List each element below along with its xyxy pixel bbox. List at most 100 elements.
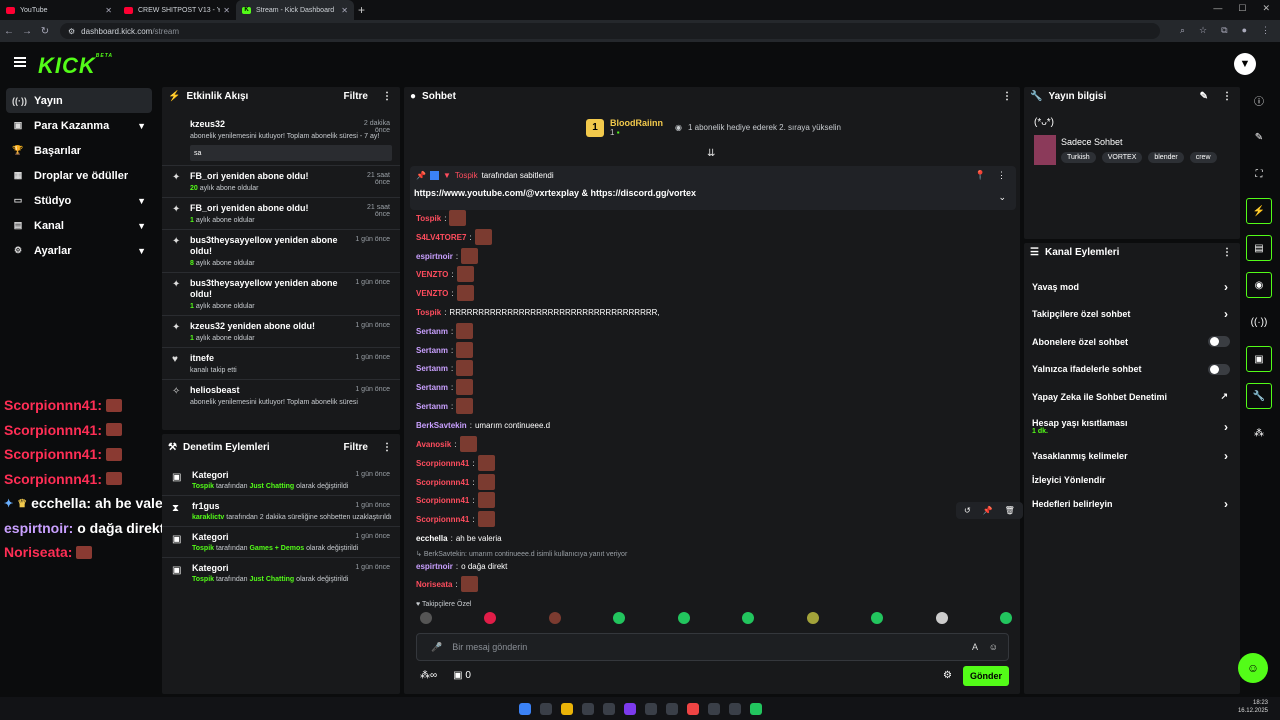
sidebar-item-droplar[interactable]: ▦ Droplar ve ödüller xyxy=(0,163,158,188)
store-icon[interactable]: ▣ 0 xyxy=(453,670,471,681)
edit-icon[interactable]: ✎ xyxy=(1246,124,1272,150)
discord-icon[interactable] xyxy=(623,702,636,715)
chat-message[interactable]: Scorpionnn41: xyxy=(416,455,495,471)
chat-message[interactable]: Noriseata: xyxy=(416,576,478,592)
windows-start-icon[interactable] xyxy=(518,702,531,715)
chat-message[interactable]: ecchella: ah be valeria xyxy=(416,532,502,544)
emote-button[interactable] xyxy=(420,612,432,624)
microphone-icon[interactable]: 🎤 xyxy=(431,642,442,653)
chat-message[interactable]: Sertanm: xyxy=(416,360,474,376)
sidebar-item-studyo[interactable]: ▭ Stüdyo ▼ xyxy=(0,188,158,213)
obs-icon[interactable] xyxy=(728,702,741,715)
delete-icon[interactable]: 🗑 xyxy=(1005,506,1015,515)
sidebar-item-ayarlar[interactable]: ⚙ Ayarlar ▼ xyxy=(0,238,158,263)
youtube-link[interactable]: https://www.youtube.com/@vxrtexplay xyxy=(414,188,579,198)
sidebar-item-kanal[interactable]: ▤ Kanal ▼ xyxy=(0,213,158,238)
chat-message[interactable]: Scorpionnn41: xyxy=(416,511,495,527)
forward-icon[interactable]: → xyxy=(18,26,36,37)
filter-button[interactable]: Filtre xyxy=(344,91,368,102)
chevron-down-icon[interactable]: ⌄ xyxy=(998,192,1006,203)
tag[interactable]: VORTEX xyxy=(1101,152,1143,163)
more-options-icon[interactable]: ⋮ xyxy=(997,170,1006,181)
zoom-icon[interactable]: ⌕ xyxy=(1180,25,1185,36)
notion-icon[interactable] xyxy=(665,702,678,715)
subscribers-only-toggle[interactable] xyxy=(1208,336,1230,348)
kick-logo[interactable]: KICKBETA xyxy=(38,53,113,79)
broadcast-icon[interactable]: ((·)) xyxy=(1246,309,1272,335)
translate-icon[interactable]: A xyxy=(972,642,978,652)
close-icon[interactable]: ✕ xyxy=(105,6,112,15)
browser-tab[interactable]: CREW SHITPOST V13 - YouTube✕ xyxy=(118,0,236,20)
info-icon[interactable]: ⓘ xyxy=(1246,87,1272,113)
category-thumbnail[interactable] xyxy=(1034,135,1056,165)
sidebar-item-para-kazanma[interactable]: ▣ Para Kazanma ▼ xyxy=(0,113,158,138)
emote-button[interactable] xyxy=(742,612,755,624)
search-icon[interactable] xyxy=(539,702,552,715)
notes-icon[interactable]: ▤ xyxy=(1246,235,1272,261)
emote-button[interactable] xyxy=(613,612,626,624)
channel-action-followers-only[interactable]: Takipçilere özel sohbet › xyxy=(1024,301,1240,329)
chat-message[interactable]: Scorpionnn41: xyxy=(416,492,495,508)
chat-message[interactable]: VENZTO: xyxy=(416,285,474,301)
emotes-only-toggle[interactable] xyxy=(1208,363,1230,375)
emoji-icon[interactable]: ☺ xyxy=(989,642,998,652)
chat-message[interactable]: Sertanm: xyxy=(416,342,474,358)
extensions-icon[interactable]: ⧉ xyxy=(1221,25,1227,36)
emote-button[interactable] xyxy=(871,612,884,624)
points-icon[interactable]: ⁂∞ xyxy=(420,670,437,681)
help-chat-button[interactable]: ☺ xyxy=(1238,653,1268,683)
chat-message-input[interactable]: 🎤 Bir mesaj gönderin A ☺ xyxy=(416,633,1009,661)
points-icon[interactable]: ⁂ xyxy=(1246,420,1272,446)
close-icon[interactable]: ✕ xyxy=(223,6,230,15)
maximize-button[interactable]: ☐ xyxy=(1238,3,1246,14)
activity-icon[interactable]: ⚡ xyxy=(1246,198,1272,224)
sidebar-item-yayin[interactable]: ((·)) Yayın xyxy=(6,88,152,113)
app-icon[interactable] xyxy=(707,702,720,715)
steam-icon[interactable] xyxy=(581,702,594,715)
tag[interactable]: crew xyxy=(1189,152,1217,163)
tag[interactable]: blender xyxy=(1148,152,1184,163)
file-explorer-icon[interactable] xyxy=(560,702,573,715)
chat-message[interactable]: Sertanm: xyxy=(416,323,474,339)
moderation-icon[interactable]: ▣ xyxy=(1246,346,1272,372)
channel-action-goals[interactable]: Hedefleri belirleyin › xyxy=(1024,490,1240,518)
chat-settings-icon[interactable]: ⚙ xyxy=(943,670,952,681)
emote-button[interactable] xyxy=(677,612,690,624)
reload-icon[interactable]: ↻ xyxy=(36,26,54,37)
channel-action-account-age[interactable]: Hesap yaşı kısıtlaması 1 dk. › xyxy=(1024,411,1240,443)
edit-icon[interactable]: ✎ xyxy=(1200,91,1208,102)
browser-tab[interactable]: K Stream - Kick Dashboard ✕ xyxy=(236,0,354,20)
chat-message[interactable]: espirtnoir: xyxy=(416,248,479,264)
channel-action-ai-moderation[interactable]: Yapay Zeka ile Sohbet Denetimi ↗ xyxy=(1024,383,1240,411)
chat-message[interactable]: Tospik: RRRRRRRRRRRRRRRRRRRRRRRRRRRRRRRRR… xyxy=(416,306,660,318)
profile-icon[interactable]: ● xyxy=(1242,25,1247,36)
new-tab-button[interactable]: + xyxy=(358,3,365,17)
back-icon[interactable]: ← xyxy=(0,26,18,37)
chat-message[interactable]: Tospik: xyxy=(416,210,467,226)
more-options-icon[interactable]: ⋮ xyxy=(1222,91,1232,102)
more-options-icon[interactable]: ⋮ xyxy=(1002,91,1012,102)
app-icon[interactable] xyxy=(644,702,657,715)
pin-icon[interactable]: 📌 xyxy=(983,506,993,515)
tag[interactable]: Turkish xyxy=(1061,152,1096,163)
chat-message[interactable]: espirtnoir: o dağa direkt xyxy=(416,560,507,572)
chat-message[interactable]: Sertanm: xyxy=(416,398,474,414)
user-avatar[interactable]: ▼ xyxy=(1234,53,1256,75)
chat-message[interactable]: VENZTO: xyxy=(416,266,474,282)
channel-action-slow-mode[interactable]: Yavaş mod › xyxy=(1024,273,1240,301)
url-field[interactable]: ⚙ dashboard.kick.com/stream xyxy=(60,23,1160,39)
spotify-icon[interactable] xyxy=(749,702,762,715)
gifter-leaderboard[interactable]: 1 BloodRaiinn 1 ▪ ◉ 1 abonelik hediye ede… xyxy=(586,118,841,137)
channel-action-banned-words[interactable]: Yasaklanmış kelimeler › xyxy=(1024,443,1240,471)
more-options-icon[interactable]: ⋮ xyxy=(1222,247,1232,258)
close-icon[interactable]: ✕ xyxy=(341,6,348,15)
chat-message[interactable]: S4LV4TORE7: xyxy=(416,229,492,245)
emote-button[interactable] xyxy=(935,612,948,624)
channel-action-raid[interactable]: İzleyici Yönlendir xyxy=(1024,470,1240,490)
unpin-icon[interactable]: 📍 xyxy=(975,170,986,181)
fullscreen-icon[interactable]: ⛶ xyxy=(1246,161,1272,187)
sidebar-item-basarilar[interactable]: 🏆 Başarılar xyxy=(0,138,158,163)
emote-button[interactable] xyxy=(548,612,561,624)
discord-link[interactable]: https://discord.gg/vortex xyxy=(591,188,697,198)
system-clock[interactable]: 18:23 16.12.2025 xyxy=(1238,699,1268,715)
